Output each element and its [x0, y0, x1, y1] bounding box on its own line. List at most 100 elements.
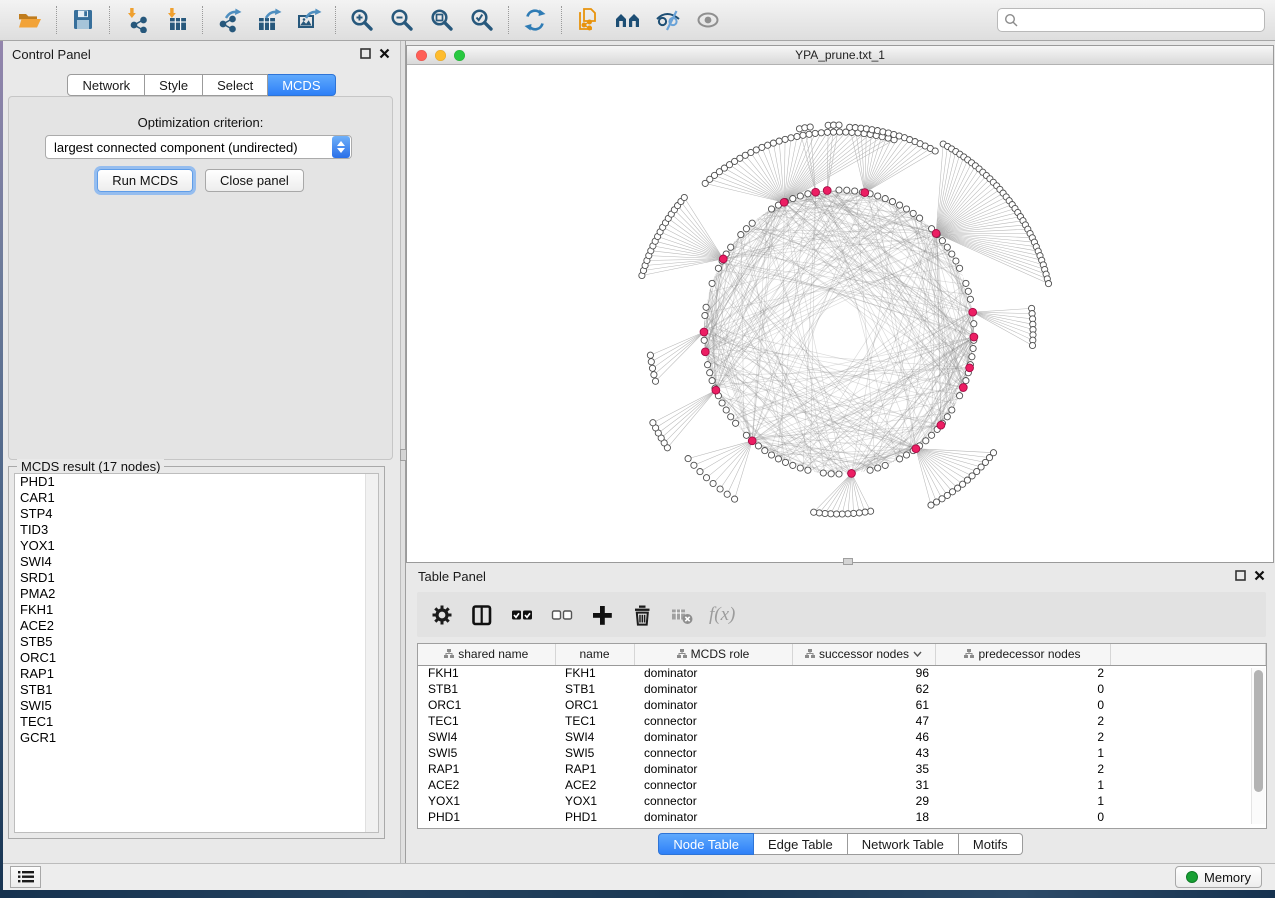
table-row[interactable]: TEC1TEC1connector472	[418, 713, 1266, 729]
refresh-icon[interactable]	[515, 4, 555, 36]
mcds-result-item[interactable]: STP4	[15, 506, 378, 522]
table-cell[interactable]: 29	[792, 793, 935, 809]
search-box[interactable]	[997, 8, 1265, 32]
table-scrollbar-thumb[interactable]	[1254, 670, 1263, 792]
table-cell[interactable]: 1	[935, 745, 1110, 761]
table-cell[interactable]: 2	[935, 729, 1110, 745]
table-cell[interactable]: dominator	[634, 761, 792, 777]
mcds-result-item[interactable]: GCR1	[15, 730, 378, 746]
table-cell[interactable]: RAP1	[418, 761, 555, 777]
table-cell[interactable]: 1	[935, 777, 1110, 793]
table-cell[interactable]: connector	[634, 777, 792, 793]
mcds-result-item[interactable]: TID3	[15, 522, 378, 538]
table-cell[interactable]: SWI4	[418, 729, 555, 745]
table-cell[interactable]: 43	[792, 745, 935, 761]
table-cell[interactable]: 35	[792, 761, 935, 777]
memory-button[interactable]: Memory	[1175, 866, 1262, 888]
export-image-icon[interactable]	[289, 4, 329, 36]
task-history-button[interactable]	[10, 866, 41, 888]
column-header-name[interactable]: name	[555, 644, 634, 665]
table-row[interactable]: ACE2ACE2connector311	[418, 777, 1266, 793]
search-input[interactable]	[1018, 13, 1258, 27]
table-cell[interactable]: 62	[792, 681, 935, 697]
table-cell[interactable]: 2	[935, 761, 1110, 777]
table-cell[interactable]: SWI4	[555, 729, 634, 745]
column-header-shared-name[interactable]: shared name	[418, 644, 555, 665]
deselect-checks-icon[interactable]	[549, 603, 575, 627]
column-header-successor-nodes[interactable]: successor nodes	[792, 644, 935, 665]
table-cell[interactable]: ORC1	[418, 697, 555, 713]
tab-node-table[interactable]: Node Table	[658, 833, 754, 855]
export-network-icon[interactable]	[209, 4, 249, 36]
save-icon[interactable]	[63, 4, 103, 36]
mcds-result-item[interactable]: SWI5	[15, 698, 378, 714]
table-cell[interactable]: YOX1	[418, 793, 555, 809]
table-row[interactable]: STB1STB1dominator620	[418, 681, 1266, 697]
table-cell[interactable]: SWI5	[555, 745, 634, 761]
mcds-result-item[interactable]: PMA2	[15, 586, 378, 602]
table-cell[interactable]: dominator	[634, 665, 792, 681]
table-cell[interactable]: 0	[935, 697, 1110, 713]
table-cell[interactable]: 0	[935, 809, 1110, 825]
split-columns-icon[interactable]	[469, 603, 495, 627]
table-cell[interactable]: connector	[634, 793, 792, 809]
network-canvas[interactable]	[407, 65, 1273, 562]
table-cell[interactable]: connector	[634, 745, 792, 761]
network-graph[interactable]	[407, 65, 1275, 564]
table-cell[interactable]: PHD1	[418, 809, 555, 825]
function-builder-icon[interactable]: f(x)	[709, 604, 735, 626]
table-cell[interactable]: ACE2	[555, 777, 634, 793]
export-table-icon[interactable]	[249, 4, 289, 36]
table-cell[interactable]: FKH1	[555, 665, 634, 681]
network-window-titlebar[interactable]: YPA_prune.txt_1	[407, 46, 1273, 65]
table-row[interactable]: RAP1RAP1dominator352	[418, 761, 1266, 777]
table-scrollbar[interactable]	[1251, 668, 1265, 824]
mcds-result-item[interactable]: STB1	[15, 682, 378, 698]
column-header-MCDS-role[interactable]: MCDS role	[634, 644, 792, 665]
tab-network-table[interactable]: Network Table	[848, 833, 959, 855]
table-cell[interactable]: 47	[792, 713, 935, 729]
table-cell[interactable]: 96	[792, 665, 935, 681]
float-table-panel-icon[interactable]	[1235, 570, 1246, 581]
table-row[interactable]: PHD1PHD1dominator180	[418, 809, 1266, 825]
table-cell[interactable]: YOX1	[555, 793, 634, 809]
gear-icon[interactable]	[429, 603, 455, 627]
table-cell[interactable]: 0	[935, 681, 1110, 697]
mcds-result-item[interactable]: YOX1	[15, 538, 378, 554]
show-details-icon[interactable]	[688, 4, 728, 36]
table-cell[interactable]: STB1	[418, 681, 555, 697]
share-document-icon[interactable]	[568, 4, 608, 36]
mcds-result-item[interactable]: SWI4	[15, 554, 378, 570]
run-mcds-button[interactable]: Run MCDS	[97, 169, 193, 192]
table-cell[interactable]: dominator	[634, 809, 792, 825]
select-all-checks-icon[interactable]	[509, 603, 535, 627]
delete-table-icon[interactable]	[669, 603, 695, 627]
tab-edge-table[interactable]: Edge Table	[754, 833, 848, 855]
mcds-result-item[interactable]: CAR1	[15, 490, 378, 506]
table-row[interactable]: SWI5SWI5connector431	[418, 745, 1266, 761]
close-table-panel-icon[interactable]	[1254, 570, 1265, 581]
import-network-icon[interactable]	[116, 4, 156, 36]
table-row[interactable]: ORC1ORC1dominator610	[418, 697, 1266, 713]
table-cell[interactable]: RAP1	[555, 761, 634, 777]
optimization-criterion-select[interactable]: largest connected component (undirected)	[45, 135, 352, 159]
table-cell[interactable]: STB1	[555, 681, 634, 697]
column-menu-icon[interactable]	[913, 651, 922, 657]
table-row[interactable]: YOX1YOX1connector291	[418, 793, 1266, 809]
mcds-result-list[interactable]: PHD1CAR1STP4TID3YOX1SWI4SRD1PMA2FKH1ACE2…	[14, 473, 379, 833]
close-panel-button[interactable]: Close panel	[205, 169, 304, 192]
table-row[interactable]: FKH1FKH1dominator962	[418, 665, 1266, 681]
table-cell[interactable]: 18	[792, 809, 935, 825]
mcds-result-item[interactable]: TEC1	[15, 714, 378, 730]
open-file-icon[interactable]	[10, 4, 50, 36]
table-cell[interactable]: SWI5	[418, 745, 555, 761]
zoom-in-icon[interactable]	[342, 4, 382, 36]
table-cell[interactable]: dominator	[634, 729, 792, 745]
table-cell[interactable]: ACE2	[418, 777, 555, 793]
first-neighbors-icon[interactable]	[608, 4, 648, 36]
table-cell[interactable]: 46	[792, 729, 935, 745]
mcds-result-item[interactable]: STB5	[15, 634, 378, 650]
table-cell[interactable]: TEC1	[555, 713, 634, 729]
column-header-predecessor-nodes[interactable]: predecessor nodes	[935, 644, 1110, 665]
mcds-result-item[interactable]: RAP1	[15, 666, 378, 682]
